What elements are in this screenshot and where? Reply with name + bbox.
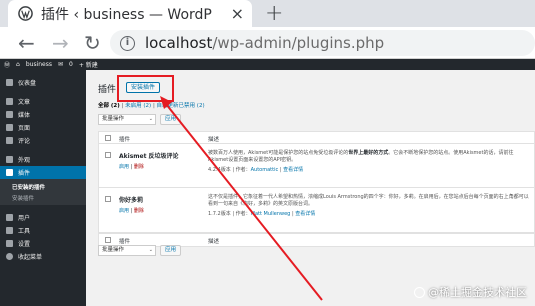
watermark: @稀土掘金技术社区 (414, 284, 527, 300)
annotation-arrow (160, 96, 323, 301)
juejin-logo-icon (414, 286, 425, 298)
